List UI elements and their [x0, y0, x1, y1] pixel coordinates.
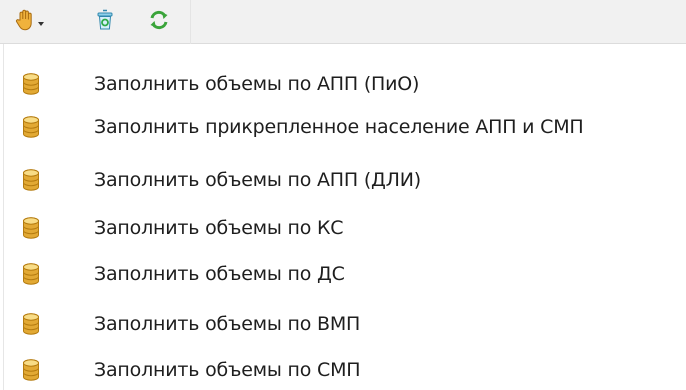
menu-item-label: Заполнить объемы по АПП (ДЛИ) [94, 169, 421, 191]
recycle-bin-icon [95, 9, 115, 35]
database-icon [20, 114, 42, 140]
menu-item-fill-smp[interactable]: Заполнить объемы по СМП [14, 350, 680, 390]
menu-item-label: Заполнить объемы по АПП (ПиО) [94, 73, 420, 95]
menu-item-label: Заполнить объемы по ДС [94, 263, 345, 285]
menu-gutter-divider [3, 44, 4, 390]
toolbar-separator [190, 0, 191, 44]
menu-item-fill-ds[interactable]: Заполнить объемы по ДС [14, 254, 680, 294]
toolbar [0, 0, 686, 44]
menu-item-label: Заполнить объемы по ВМП [94, 313, 361, 335]
refresh-button[interactable] [146, 9, 172, 35]
database-icon [20, 261, 42, 287]
menu-item-fill-attached-population[interactable]: Заполнить прикрепленное население АПП и … [14, 107, 680, 147]
menu-item-fill-app-pio[interactable]: Заполнить объемы по АПП (ПиО) [14, 64, 680, 104]
menu-item-label: Заполнить объемы по СМП [94, 359, 361, 381]
database-icon [20, 357, 42, 383]
menu-item-fill-app-dli[interactable]: Заполнить объемы по АПП (ДЛИ) [14, 160, 680, 200]
refresh-icon [148, 9, 170, 35]
recycle-bin-button[interactable] [92, 9, 118, 35]
menu-item-label: Заполнить объемы по КС [94, 217, 344, 239]
database-icon [20, 215, 42, 241]
database-icon [20, 167, 42, 193]
database-icon [20, 71, 42, 97]
database-icon [20, 311, 42, 337]
dropdown-menu: Заполнить объемы по АПП (ПиО) Заполнить … [0, 44, 686, 390]
hand-icon [15, 9, 35, 35]
menu-item-fill-vmp[interactable]: Заполнить объемы по ВМП [14, 304, 680, 344]
chevron-down-icon [37, 22, 44, 26]
menu-item-fill-ks[interactable]: Заполнить объемы по КС [14, 208, 680, 248]
menu-item-label: Заполнить прикрепленное население АПП и … [94, 116, 584, 138]
hand-tool-dropdown-button[interactable] [12, 9, 46, 35]
